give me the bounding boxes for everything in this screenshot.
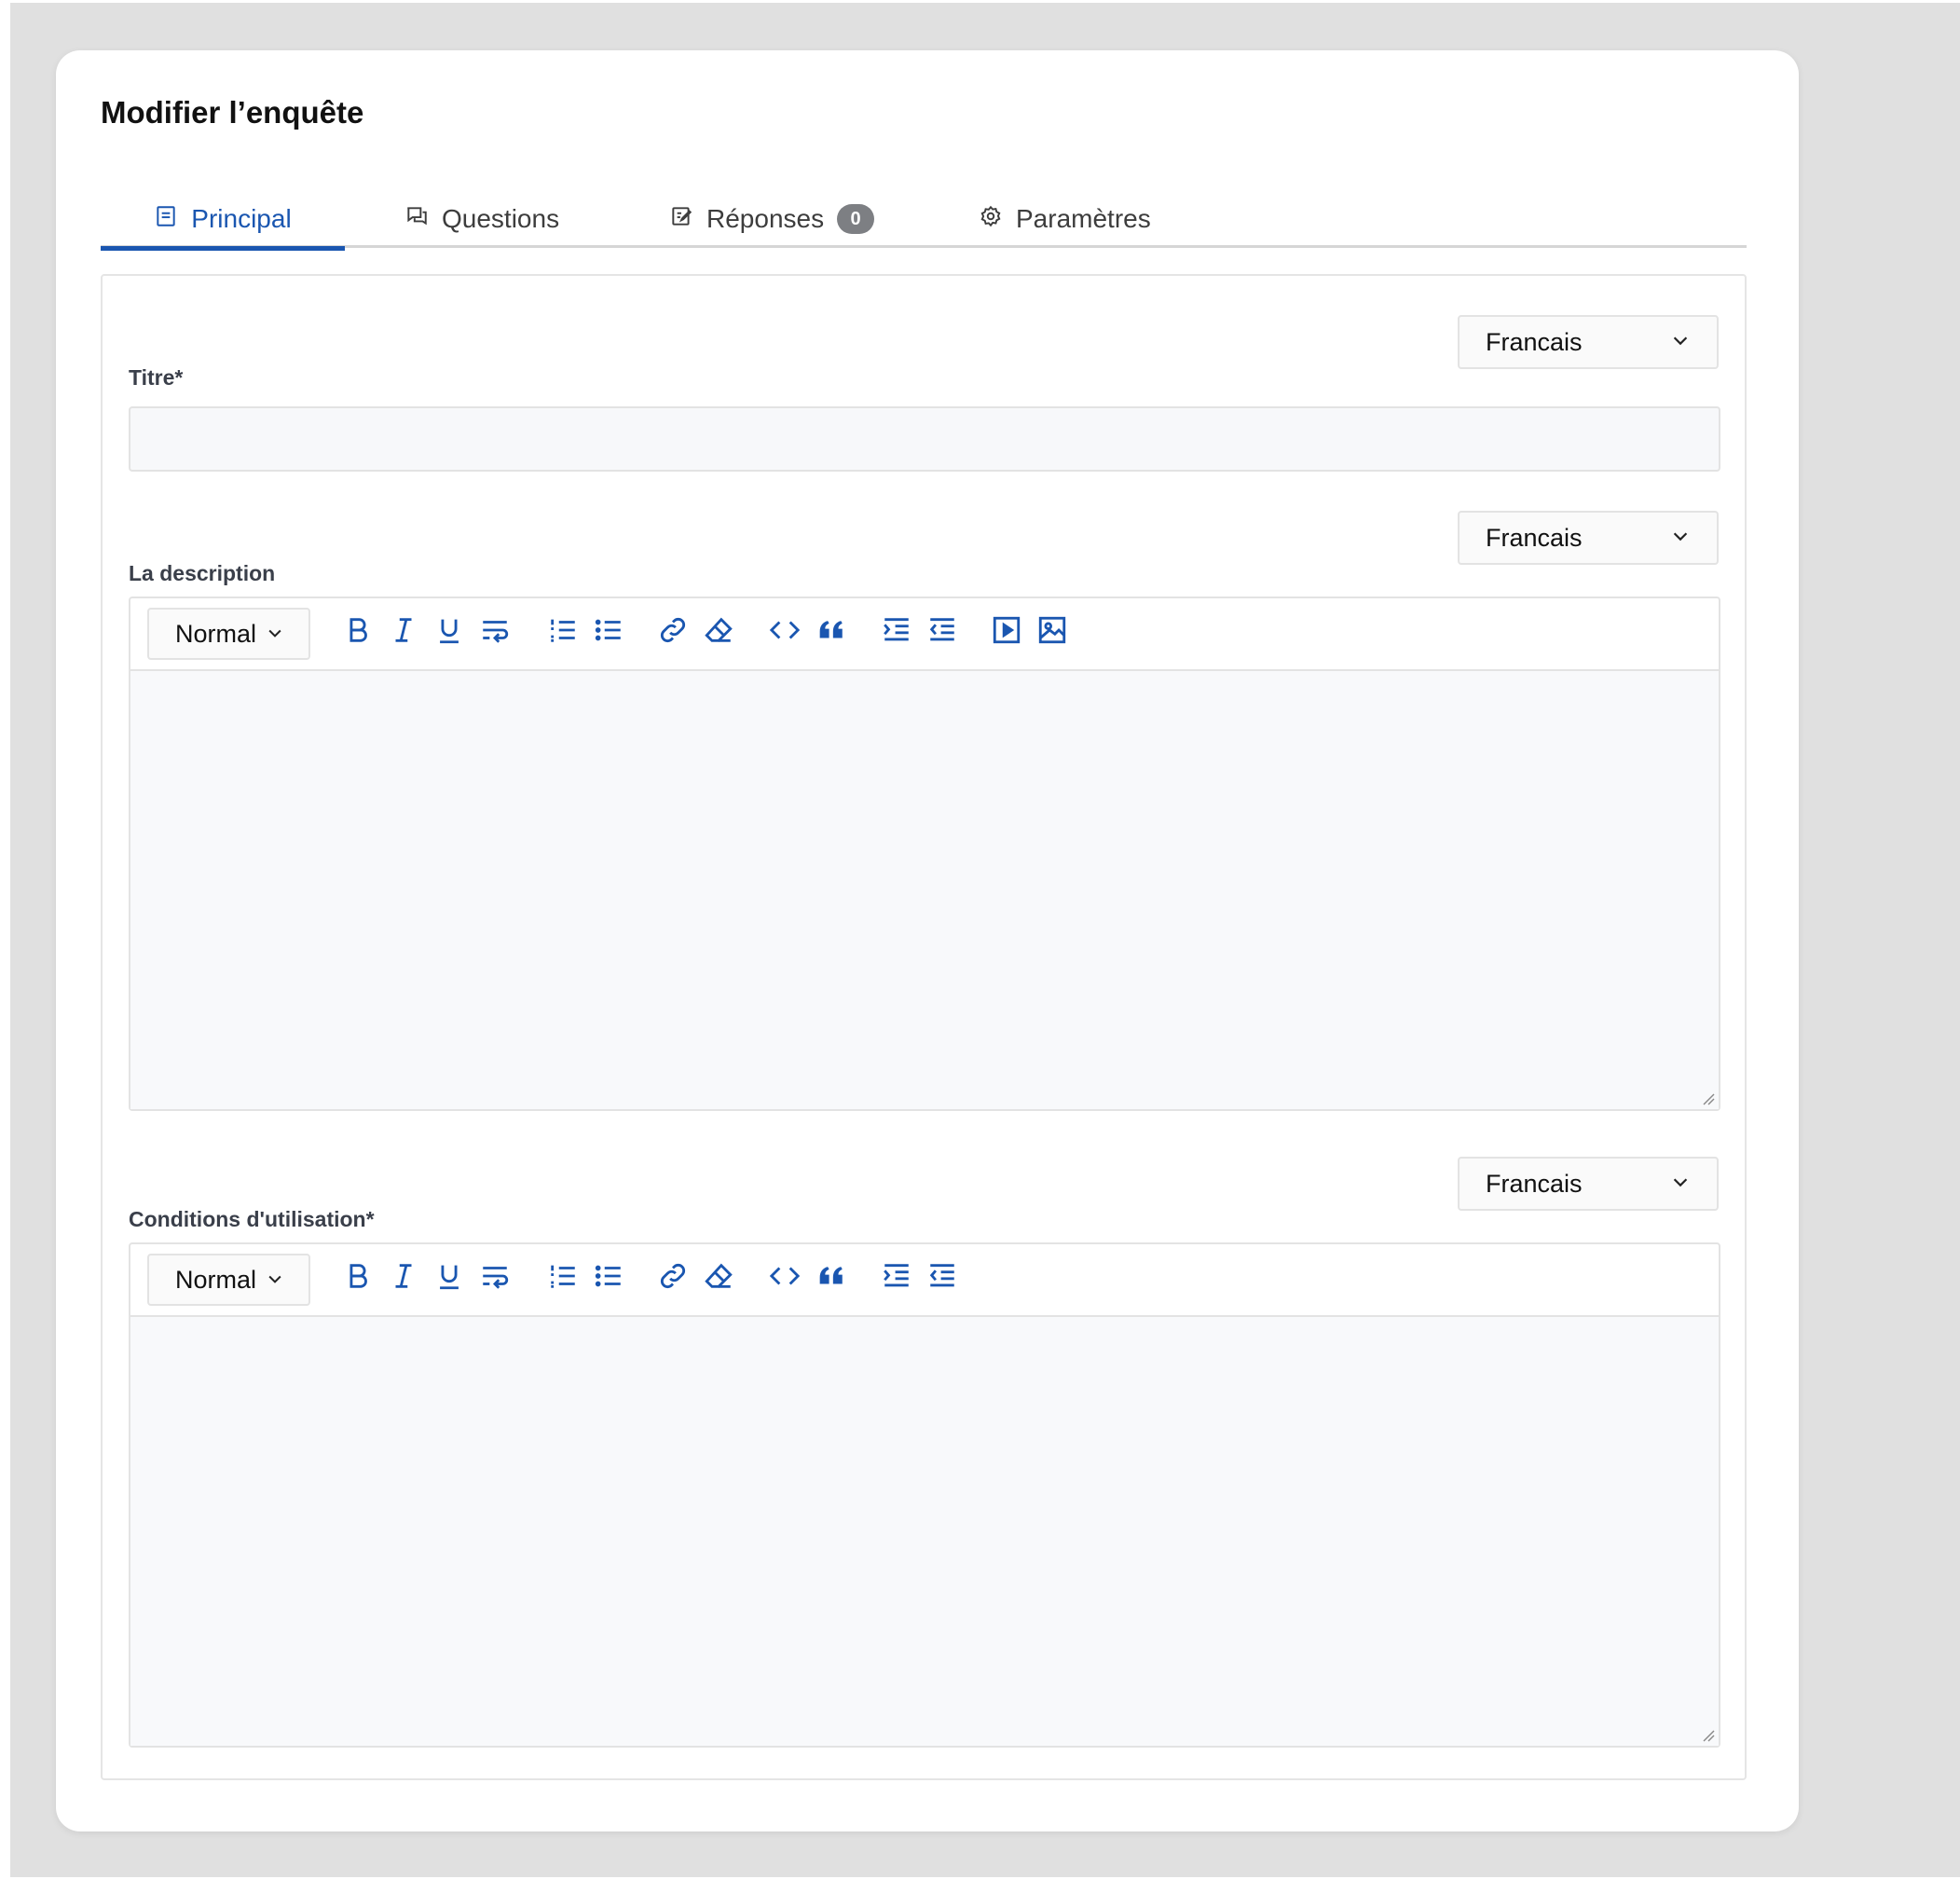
edit-note-icon: [669, 204, 693, 235]
clear-format-button[interactable]: [700, 613, 737, 651]
quote-button[interactable]: [812, 613, 849, 651]
code-button[interactable]: [766, 1259, 803, 1296]
video-button[interactable]: [988, 613, 1025, 651]
outdent-button[interactable]: [924, 1259, 961, 1296]
indent-icon: [881, 1260, 912, 1296]
chevron-down-icon: [1670, 1170, 1691, 1199]
wrap-text-icon: [479, 1260, 511, 1296]
video-icon: [991, 614, 1022, 651]
underline-button[interactable]: [431, 1259, 468, 1296]
image-icon: [1036, 614, 1068, 651]
format-value: Normal: [175, 619, 257, 648]
responses-count-badge: 0: [837, 204, 875, 234]
page-title: Modifier l’enquête: [101, 95, 364, 130]
conditions-text-area[interactable]: [130, 1317, 1719, 1746]
image-button[interactable]: [1034, 613, 1071, 651]
bold-button[interactable]: [339, 613, 377, 651]
format-select[interactable]: Normal: [147, 1254, 310, 1306]
indent-icon: [881, 614, 912, 651]
format-select[interactable]: Normal: [147, 608, 310, 660]
editor-toolbar: Normal: [130, 1244, 1719, 1317]
title-language-select[interactable]: Francais: [1458, 315, 1719, 369]
editor-toolbar: Normal: [130, 598, 1719, 671]
tab-reponses[interactable]: Réponses 0: [669, 190, 875, 248]
bold-icon: [342, 614, 374, 651]
chevron-down-icon: [1670, 524, 1691, 553]
ordered-list-icon: [547, 614, 579, 651]
tab-label: Paramètres: [1016, 204, 1151, 233]
bullet-list-icon: [593, 614, 624, 651]
italic-button[interactable]: [385, 1259, 422, 1296]
resize-handle-icon[interactable]: [1702, 1729, 1715, 1742]
link-button[interactable]: [654, 1259, 692, 1296]
underline-icon: [433, 1260, 465, 1296]
italic-button[interactable]: [385, 613, 422, 651]
wrap-text-icon: [479, 614, 511, 651]
conditions-language-select[interactable]: Francais: [1458, 1157, 1719, 1211]
bold-icon: [342, 1260, 374, 1296]
language-value: Francais: [1486, 327, 1583, 356]
outdent-button[interactable]: [924, 613, 961, 651]
title-input[interactable]: [129, 406, 1720, 472]
ordered-list-button[interactable]: [544, 1259, 582, 1296]
active-tab-indicator: [101, 246, 345, 251]
title-label: Titre*: [129, 365, 184, 390]
description-language-select[interactable]: Francais: [1458, 511, 1719, 565]
description-text-area[interactable]: [130, 671, 1719, 1109]
wrap-text-button[interactable]: [476, 1259, 514, 1296]
quote-icon: [815, 1260, 846, 1296]
conditions-editor: Normal: [129, 1242, 1720, 1748]
clear-format-button[interactable]: [700, 1259, 737, 1296]
document-icon: [154, 204, 178, 235]
ordered-list-button[interactable]: [544, 613, 582, 651]
eraser-icon: [703, 1260, 734, 1296]
edit-survey-card: Modifier l’enquête Principal Questions R…: [56, 50, 1799, 1831]
main-form-panel: Francais Titre* Francais La description …: [101, 274, 1747, 1780]
ordered-list-icon: [547, 1260, 579, 1296]
code-icon: [769, 614, 801, 651]
underline-icon: [433, 614, 465, 651]
underline-button[interactable]: [431, 613, 468, 651]
chat-icon: [404, 204, 429, 235]
tab-parametres[interactable]: Paramètres: [979, 190, 1151, 248]
outdent-icon: [926, 1260, 958, 1296]
chevron-down-icon: [266, 1266, 284, 1295]
bullet-list-button[interactable]: [590, 1259, 627, 1296]
chevron-down-icon: [266, 620, 284, 649]
code-icon: [769, 1260, 801, 1296]
language-value: Francais: [1486, 523, 1583, 552]
tab-questions[interactable]: Questions: [404, 190, 559, 248]
description-editor: Normal: [129, 597, 1720, 1111]
conditions-label: Conditions d'utilisation*: [129, 1207, 375, 1231]
eraser-icon: [703, 614, 734, 651]
description-label: La description: [129, 561, 276, 585]
link-icon: [657, 614, 689, 651]
gear-icon: [979, 204, 1003, 235]
code-button[interactable]: [766, 613, 803, 651]
indent-button[interactable]: [878, 1259, 915, 1296]
tab-label: Principal: [191, 204, 292, 233]
resize-handle-icon[interactable]: [1702, 1092, 1715, 1105]
tab-bar: Principal Questions Réponses 0 Paramètre…: [101, 190, 1747, 251]
chevron-down-icon: [1670, 328, 1691, 357]
bold-button[interactable]: [339, 1259, 377, 1296]
link-icon: [657, 1260, 689, 1296]
bullet-list-icon: [593, 1260, 624, 1296]
italic-icon: [388, 1260, 419, 1296]
format-value: Normal: [175, 1265, 257, 1294]
quote-icon: [815, 614, 846, 651]
bullet-list-button[interactable]: [590, 613, 627, 651]
wrap-text-button[interactable]: [476, 613, 514, 651]
quote-button[interactable]: [812, 1259, 849, 1296]
italic-icon: [388, 614, 419, 651]
tab-label: Questions: [442, 204, 560, 233]
language-value: Francais: [1486, 1169, 1583, 1198]
tab-label: Réponses: [706, 204, 825, 233]
outdent-icon: [926, 614, 958, 651]
tab-principal[interactable]: Principal: [101, 190, 345, 251]
link-button[interactable]: [654, 613, 692, 651]
indent-button[interactable]: [878, 613, 915, 651]
